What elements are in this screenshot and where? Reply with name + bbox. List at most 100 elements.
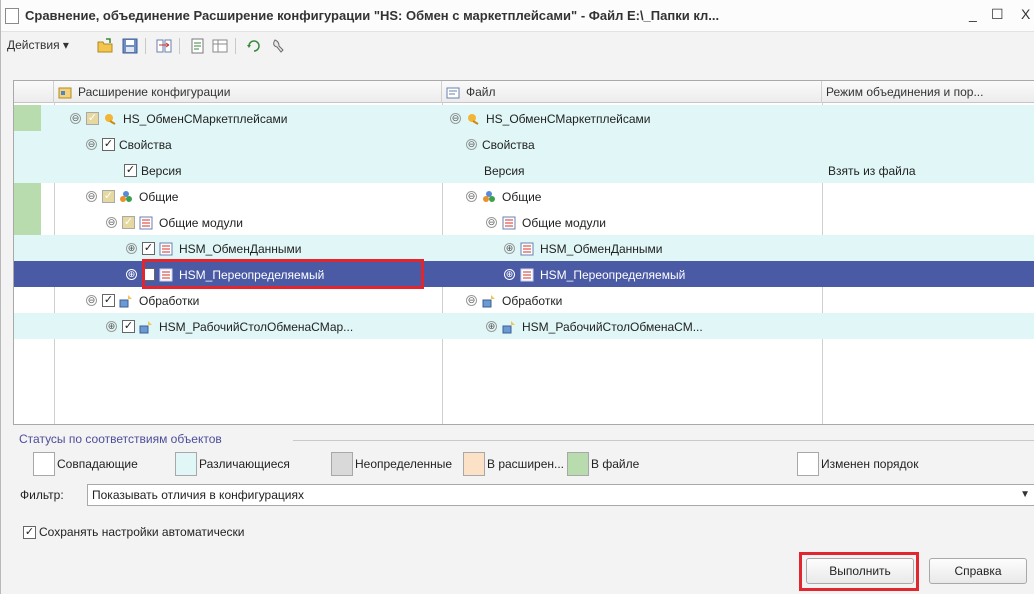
merge-mode-value[interactable]: Взять из файла: [828, 164, 916, 178]
actions-menu[interactable]: Действия ▾: [7, 38, 69, 52]
collapse-icon[interactable]: ⊖: [466, 139, 477, 151]
header-marker-column: [14, 81, 54, 103]
tree-item-label: Общие модули: [522, 215, 606, 230]
in-file-marker: [14, 209, 41, 235]
legend-label-in-extension: В расширен...: [487, 457, 564, 471]
filter-label: Фильтр:: [20, 488, 64, 502]
tree-item-label: HSM_Переопределяемый: [540, 267, 686, 282]
tree-item-label: Общие: [502, 189, 542, 204]
chevron-down-icon[interactable]: ▼: [1020, 485, 1030, 505]
legend-swatch-order-changed: [797, 452, 819, 476]
in-file-marker: [14, 105, 41, 131]
header-extension-column[interactable]: Расширение конфигурации: [54, 81, 442, 103]
collapse-icon[interactable]: ⊖: [450, 113, 461, 125]
legend-label-matching: Совпадающие: [57, 457, 138, 471]
header-extension-label: Расширение конфигурации: [78, 85, 231, 99]
tree-item-label: HSM_РабочийСтолОбменаСМар...: [159, 319, 354, 334]
tree-item-label: Обработки: [502, 293, 563, 308]
collapse-icon[interactable]: ⊖: [466, 191, 477, 203]
merge-checkbox[interactable]: ✓: [124, 164, 137, 178]
filter-value: Показывать отличия в конфигурациях: [92, 488, 304, 502]
legend-swatch-differing: [175, 452, 197, 476]
open-icon[interactable]: [96, 37, 114, 55]
processing-icon: [139, 320, 152, 334]
refresh-icon[interactable]: [245, 37, 263, 55]
merge-checkbox[interactable]: [86, 112, 99, 126]
compare-icon[interactable]: [155, 37, 173, 55]
tree-row[interactable]: ⊖ HS_ОбменСМаркетплейсами ⊖ HS_ОбменСМарке…: [14, 105, 1034, 131]
window-title: Сравнение, объединение Расширение конфиг…: [25, 8, 720, 23]
toolbar-separator: [235, 38, 236, 54]
save-icon[interactable]: [121, 37, 139, 55]
tree-item-label: HSM_ОбменДанными: [540, 241, 663, 256]
collapse-icon[interactable]: ⊖: [86, 139, 97, 151]
expand-icon[interactable]: ⊕: [126, 243, 137, 255]
tree-row[interactable]: ⊕ ✓ HSM_РабочийСтолОбменаСМар... ⊕ HSM_Рабо…: [14, 313, 1034, 339]
processing-icon: [482, 294, 495, 308]
merge-checkbox[interactable]: ✓: [122, 320, 135, 334]
collapse-icon[interactable]: ⊖: [106, 217, 117, 229]
collapse-icon[interactable]: ⊖: [486, 217, 497, 229]
module-icon: [520, 268, 534, 282]
toolbar-separator: [179, 38, 180, 54]
help-button[interactable]: Справка: [929, 558, 1027, 584]
processing-icon: [119, 294, 132, 308]
tree-row[interactable]: ⊖ ✓ Свойства ⊖ Свойства: [14, 131, 1034, 157]
maximize-button[interactable]: ☐: [991, 6, 1004, 23]
tree-item-label: Общие: [139, 189, 179, 204]
collapse-icon[interactable]: ⊖: [466, 295, 477, 307]
merge-checkbox[interactable]: ✓: [102, 294, 115, 308]
tree-row[interactable]: ⊖ ✓ Обработки ⊖ Обработки: [14, 287, 1034, 313]
collapse-icon[interactable]: ⊖: [70, 113, 81, 125]
common-icon: [120, 190, 132, 202]
expand-icon[interactable]: ⊕: [504, 243, 515, 255]
highlight-frame: [799, 552, 919, 591]
tree-row[interactable]: ⊖ Общие ⊖ Общие: [14, 183, 1034, 209]
legend-label-order-changed: Изменен порядок: [821, 457, 919, 471]
expand-icon[interactable]: ⊕: [106, 321, 117, 333]
common-icon: [483, 190, 495, 202]
module-icon: [502, 216, 516, 230]
statuses-group-title: Статусы по соответствиям объектов: [19, 432, 222, 446]
tree-row[interactable]: ⊖ Общие модули ⊖ Общие модули: [14, 209, 1034, 235]
expand-icon[interactable]: ⊕: [126, 269, 137, 281]
collapse-icon[interactable]: ⊖: [86, 191, 97, 203]
close-button[interactable]: X: [1021, 6, 1030, 22]
save-settings-label: Сохранять настройки автоматически: [39, 525, 245, 539]
header-merge-mode-label: Режим объединения и пор...: [826, 85, 984, 99]
save-settings-option[interactable]: ✓ Сохранять настройки автоматически: [23, 524, 244, 540]
file-icon: [446, 87, 460, 99]
save-settings-checkbox[interactable]: ✓: [23, 526, 36, 540]
tree-row[interactable]: ✓ Версия Версия Взять из файла: [14, 157, 1034, 183]
module-icon: [139, 216, 153, 230]
tree-item-label: HSM_РабочийСтолОбменаСМ...: [522, 319, 703, 334]
actions-label: Действия: [7, 38, 60, 52]
tree-item-label: Свойства: [119, 137, 172, 152]
merge-checkbox[interactable]: [102, 190, 115, 204]
tree-row[interactable]: ⊕ ✓ HSM_ОбменДанными ⊕ HSM_ОбменДанными: [14, 235, 1034, 261]
header-file-column[interactable]: Файл: [442, 81, 822, 103]
expand-icon[interactable]: ⊕: [486, 321, 497, 333]
comparison-tree-grid: Расширение конфигурации Файл Режим объед…: [13, 80, 1034, 425]
compare-merge-window: Сравнение, объединение Расширение конфиг…: [0, 0, 1034, 594]
filter-select[interactable]: Показывать отличия в конфигурациях ▼: [87, 484, 1034, 506]
expand-icon[interactable]: ⊕: [504, 269, 515, 281]
merge-checkbox[interactable]: ✓: [102, 138, 115, 152]
minimize-button[interactable]: _: [969, 6, 977, 22]
legend-swatch-matching: [33, 452, 55, 476]
highlight-frame: [142, 259, 424, 289]
config-icon: [468, 113, 479, 125]
table-icon[interactable]: [211, 37, 229, 55]
report-icon[interactable]: [189, 37, 207, 55]
header-file-label: Файл: [466, 85, 496, 99]
legend-label-differing: Различающиеся: [199, 457, 290, 471]
in-file-marker: [14, 183, 41, 209]
merge-checkbox[interactable]: [122, 216, 135, 230]
header-merge-mode-column[interactable]: Режим объединения и пор...: [822, 81, 1034, 103]
collapse-icon[interactable]: ⊖: [86, 295, 97, 307]
tree-item-label: Свойства: [482, 137, 535, 152]
title-bar: Сравнение, объединение Расширение конфиг…: [1, 0, 1034, 32]
settings-icon[interactable]: [269, 37, 287, 55]
tree-item-label: HSM_ОбменДанными: [179, 241, 302, 256]
merge-checkbox[interactable]: ✓: [142, 242, 155, 256]
